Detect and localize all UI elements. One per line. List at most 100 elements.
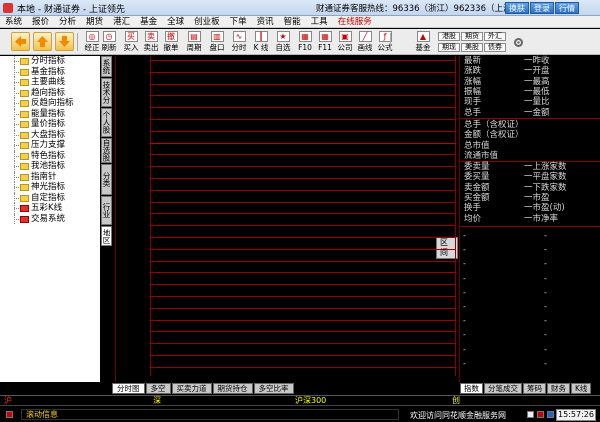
gear-icon[interactable] (513, 37, 524, 48)
tool-draw-line-button[interactable]: ╱ 画线 (354, 31, 376, 54)
tree-item[interactable]: 能量指标 (0, 108, 100, 119)
warning-icon[interactable] (537, 411, 544, 418)
tool-period-button[interactable]: ▤ 周期 (183, 31, 205, 54)
tree-item[interactable]: 趋向指标 (0, 87, 100, 98)
menu-tools[interactable]: 工具 (306, 16, 333, 28)
menu-hk-forex[interactable]: 港汇 (108, 16, 135, 28)
vtab-1[interactable]: 技术分析 (101, 78, 112, 107)
tab-chips[interactable]: 筹码 (523, 383, 546, 394)
back-button[interactable] (11, 32, 30, 51)
fund-icon: ▲ (416, 31, 430, 42)
tree-item[interactable]: 基金指标 (0, 66, 100, 77)
menu-order[interactable]: 下单 (225, 16, 252, 28)
tree-item[interactable]: 自定指标 (0, 192, 100, 203)
tab-finance[interactable]: 财务 (547, 383, 570, 394)
tool-label: 刷新 (101, 43, 117, 52)
index-strip: 沪 深 沪深300 创 (0, 395, 600, 405)
up-button[interactable] (33, 32, 52, 51)
quote-label: 卖金额 (464, 182, 490, 193)
menu-quotes[interactable]: 报价 (27, 16, 54, 28)
vtab-6[interactable]: 地区 (101, 226, 112, 246)
tree-item[interactable]: 分时指标 (0, 56, 100, 67)
vtab-4[interactable]: 分类 (101, 164, 112, 195)
tree-item[interactable]: 交易系统 (0, 213, 100, 224)
menu-futures[interactable]: 期货 (81, 16, 108, 28)
tree-item[interactable]: 神光指标 (0, 182, 100, 193)
grid-row-line (150, 237, 456, 238)
menu-smart[interactable]: 智能 (279, 16, 306, 28)
tab-timeshare[interactable]: 分时图 (112, 383, 145, 394)
tab-buy-sell-force[interactable]: 买卖力道 (171, 383, 212, 394)
tool-clock-button[interactable]: ◷ 刷新 (98, 31, 120, 54)
tool-formula-button[interactable]: ƒ 公式 (374, 31, 396, 54)
bond-button[interactable]: 债券 (484, 43, 506, 52)
tool-company-button[interactable]: ▣ 公司 (334, 31, 356, 54)
down-button[interactable] (55, 32, 74, 51)
tree-item[interactable]: 压力支撑 (0, 140, 100, 151)
tab-long-short-ratio[interactable]: 多空比率 (253, 383, 294, 394)
tree-item[interactable]: 反趋向指标 (0, 98, 100, 109)
indicator-tree[interactable]: 分时指标 基金指标 主要曲线 趋向指标 反趋向指标 能量指标 量价指标 大盘指标 压力支撑 特色指… (0, 56, 100, 382)
tool-orderbook-button[interactable]: ▥ 盘口 (206, 31, 228, 54)
hk-stock-button[interactable]: 港股 (438, 32, 460, 41)
folder-icon (20, 131, 29, 139)
tree-item-label: 我池指标 (31, 161, 66, 171)
menu-online-service[interactable]: 在线服务 (333, 16, 377, 28)
tool-kline-button[interactable]: ┃ K 线 (250, 31, 272, 54)
menu-fund[interactable]: 基金 (135, 16, 162, 28)
alert-icon[interactable] (6, 411, 13, 418)
chart-grid[interactable]: 区间 (115, 56, 458, 382)
news-marquee[interactable]: 滚动信息 (21, 409, 399, 420)
tool-fund-button[interactable]: ▲ 基金 (412, 31, 434, 54)
tool-watchlist-button[interactable]: ★ 自选 (272, 31, 294, 54)
menu-news[interactable]: 资讯 (252, 16, 279, 28)
skin-button[interactable]: 换肤 (505, 2, 529, 14)
tree-item[interactable]: 指南针 (0, 171, 100, 182)
watchlist-icon: ★ (276, 31, 290, 42)
mail-icon[interactable] (527, 411, 534, 418)
welcome-text[interactable]: 欢迎访问同花顺金融服务网 (410, 410, 506, 421)
menu-global[interactable]: 全球 (162, 16, 189, 28)
tree-item-label: 量价指标 (31, 119, 66, 129)
grid-row-line (150, 201, 456, 203)
grid-row-line (150, 178, 456, 179)
menu-analysis[interactable]: 分析 (54, 16, 81, 28)
vtab-2[interactable]: 个人股 (101, 108, 112, 137)
tool-cancel-order-button[interactable]: 撤撤单 (160, 31, 182, 54)
tool-buy-button[interactable]: 买买入 (120, 31, 142, 54)
tree-item[interactable]: 特色指标 (0, 150, 100, 161)
arrow-down-icon (59, 36, 70, 47)
tree-item[interactable]: 我池指标 (0, 161, 100, 172)
us-stock-button[interactable]: 美股 (461, 43, 483, 52)
tool-f11-button[interactable]: ▦ F11 (314, 31, 336, 54)
title-bar[interactable]: 本地 - 财通证券 - 上证领先 财通证券客服热线：96336（浙江）96233… (0, 0, 600, 16)
tool-sell-button[interactable]: 卖卖出 (140, 31, 162, 54)
vtab-5[interactable]: 行业 (101, 196, 112, 225)
tree-item[interactable]: 五彩K线 (0, 203, 100, 214)
menu-system[interactable]: 系统 (0, 16, 27, 28)
quote-label: 振幅 (464, 86, 482, 97)
spot-futures-button[interactable]: 期现 (438, 43, 460, 52)
tab-kline[interactable]: K线 (571, 383, 592, 394)
tree-item-label: 交易系统 (31, 213, 66, 224)
quote-label: 一金额 (524, 107, 550, 118)
tree-item[interactable]: 主要曲线 (0, 77, 100, 88)
tree-branch (14, 82, 19, 83)
tab-futures-position[interactable]: 期货持仓 (212, 383, 253, 394)
menu-gem[interactable]: 创业板 (189, 16, 225, 28)
empty-value: - (463, 273, 466, 283)
vtab-0[interactable]: 系统 (101, 56, 112, 77)
vtab-3[interactable]: 自选股 (101, 138, 112, 163)
tool-timeshare-button[interactable]: ∿ 分时 (228, 31, 250, 54)
tab-index[interactable]: 指数 (460, 383, 483, 394)
tool-f10-button[interactable]: ▦ F10 (294, 31, 316, 54)
futures-button[interactable]: 期货 (461, 32, 483, 41)
tree-item[interactable]: 量价指标 (0, 119, 100, 130)
tab-ticks[interactable]: 分笔成交 (484, 383, 522, 394)
tree-item[interactable]: 大盘指标 (0, 129, 100, 140)
folder-icon (20, 121, 29, 128)
login-button[interactable]: 登录 (530, 2, 554, 14)
quotes-button[interactable]: 行情 (555, 2, 579, 14)
tab-long-short[interactable]: 多空 (145, 383, 171, 394)
forex-button[interactable]: 外汇 (484, 32, 506, 41)
